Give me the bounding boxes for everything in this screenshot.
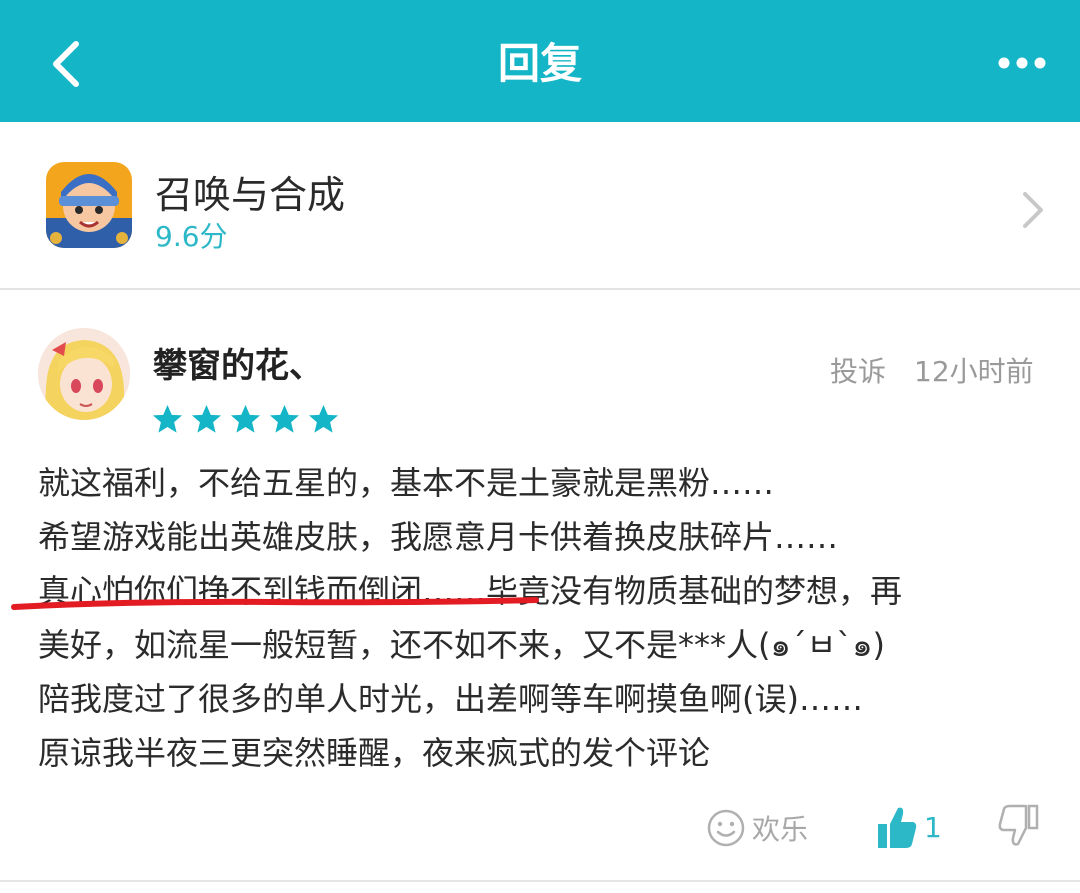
like-count: 1: [924, 810, 942, 844]
chevron-left-icon: [53, 41, 79, 87]
fun-button[interactable]: 欢乐: [706, 806, 808, 850]
chevron-right-icon: [1023, 192, 1043, 228]
more-button[interactable]: [994, 48, 1050, 78]
review-line: 真心怕你们挣不到钱而倒闭……毕竟没有物质基础的梦想，再: [38, 572, 903, 610]
fun-label: 欢乐: [752, 813, 809, 846]
star-icon: [191, 404, 222, 433]
report-link[interactable]: 投诉: [830, 350, 886, 390]
app-info-row[interactable]: 召唤与合成 9.6分: [0, 122, 1080, 290]
app-name: 召唤与合成: [155, 173, 346, 217]
review-text: 就这福利，不给五星的，基本不是土豪就是黑粉…… 希望游戏能出英雄皮肤，我愿意月卡…: [38, 456, 1038, 780]
more-dots-icon: [998, 57, 1046, 69]
thumbs-down-icon: [998, 804, 1039, 846]
reviewer-name[interactable]: 攀窗的花、: [153, 338, 323, 387]
review-time: 12小时前: [914, 355, 1034, 388]
dislike-button[interactable]: [996, 802, 1040, 850]
top-nav-bar: 回复: [0, 0, 1080, 122]
app-score: 9.6分: [155, 220, 228, 253]
review-line: 原谅我半夜三更突然睡醒，夜来疯式的发个评论: [38, 734, 711, 772]
review-line: 就这福利，不给五星的，基本不是土豪就是黑粉……: [38, 464, 775, 502]
star-icon: [152, 404, 183, 433]
page-title: 回复: [497, 39, 582, 88]
star-icon: [269, 404, 300, 433]
smiley-icon: [707, 809, 745, 847]
review-line: 美好，如流星一般短暂，还不如不来，又不是***人(๑´ㅂ`๑): [38, 626, 886, 664]
avatar[interactable]: [38, 328, 130, 420]
review-line: 希望游戏能出英雄皮肤，我愿意月卡供着换皮肤碎片……: [38, 518, 839, 556]
thumbs-up-icon: [878, 807, 917, 848]
divider: [0, 880, 1080, 882]
review-line: 陪我度过了很多的单人时光，出差啊等车啊摸鱼啊(误)……: [38, 680, 863, 718]
back-button[interactable]: [44, 38, 88, 90]
star-icon: [230, 404, 261, 433]
star-icon: [308, 404, 339, 433]
review-actions: 欢乐 1: [0, 790, 1080, 870]
like-button[interactable]: 1: [876, 802, 942, 852]
game-app-icon: [46, 162, 132, 248]
rating-stars: [152, 404, 339, 436]
